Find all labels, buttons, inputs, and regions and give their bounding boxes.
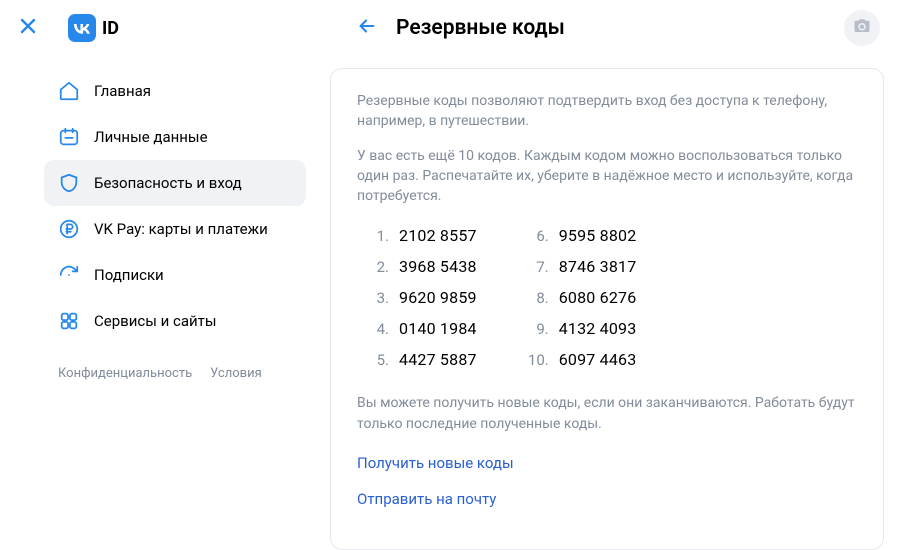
page-title: Резервные коды — [396, 16, 565, 40]
code-value: 8746 3817 — [559, 257, 637, 276]
sidebar-item-subscriptions[interactable]: Подписки — [44, 252, 306, 298]
code-index: 3. — [367, 289, 389, 307]
code-index: 1. — [367, 227, 389, 245]
sidebar: Главная Личные данные Безопасность и вхо… — [16, 68, 306, 550]
terms-link[interactable]: Условия — [210, 366, 262, 381]
refresh-icon — [58, 264, 80, 286]
code-item: 6. 9595 8802 — [527, 226, 637, 245]
send-email-button[interactable]: Отправить на почту — [357, 490, 857, 508]
content-panel: Резервные коды позволяют подтвердить вхо… — [330, 68, 884, 550]
code-index: 8. — [527, 289, 549, 307]
code-value: 4132 4093 — [559, 319, 637, 338]
code-value: 3968 5438 — [399, 257, 477, 276]
code-item: 3. 9620 9859 — [367, 288, 477, 307]
code-item: 4. 0140 1984 — [367, 319, 477, 338]
sidebar-item-label: Главная — [94, 82, 151, 100]
sidebar-item-vkpay[interactable]: VK Pay: карты и платежи — [44, 206, 306, 252]
code-index: 10. — [527, 351, 549, 369]
ruble-icon — [58, 218, 80, 240]
code-value: 6097 4463 — [559, 350, 637, 369]
sidebar-footer: Конфиденциальность Условия — [44, 366, 306, 381]
code-item: 7. 8746 3817 — [527, 257, 637, 276]
arrow-left-icon — [356, 15, 378, 41]
code-item: 8. 6080 6276 — [527, 288, 637, 307]
code-index: 4. — [367, 320, 389, 338]
back-button[interactable] — [356, 15, 378, 41]
code-index: 2. — [367, 258, 389, 276]
logo-text: ID — [102, 18, 119, 39]
shield-icon — [58, 172, 80, 194]
sidebar-item-label: Личные данные — [94, 128, 208, 146]
code-item: 2. 3968 5438 — [367, 257, 477, 276]
code-index: 6. — [527, 227, 549, 245]
code-index: 7. — [527, 258, 549, 276]
close-button[interactable] — [16, 16, 40, 40]
get-new-codes-button[interactable]: Получить новые коды — [357, 454, 857, 472]
code-index: 5. — [367, 351, 389, 369]
codes-note: Вы можете получить новые коды, если они … — [357, 393, 857, 434]
code-value: 9595 8802 — [559, 226, 637, 245]
sidebar-item-label: Сервисы и сайты — [94, 312, 217, 330]
sidebar-item-label: Подписки — [94, 266, 164, 284]
code-value: 0140 1984 — [399, 319, 477, 338]
description-2: У вас есть ещё 10 кодов. Каждым кодом мо… — [357, 146, 857, 207]
codes-list: 1. 2102 8557 2. 3968 5438 3. 9620 9859 4. 01… — [367, 226, 857, 369]
sidebar-item-label: Безопасность и вход — [94, 174, 242, 192]
code-item: 1. 2102 8557 — [367, 226, 477, 245]
close-icon — [19, 17, 37, 39]
description-1: Резервные коды позволяют подтвердить вхо… — [357, 91, 857, 132]
avatar-button[interactable] — [844, 10, 880, 46]
home-icon — [58, 80, 80, 102]
sidebar-item-security[interactable]: Безопасность и вход — [44, 160, 306, 206]
code-item: 10. 6097 4463 — [527, 350, 637, 369]
grid-icon — [58, 310, 80, 332]
sidebar-item-services[interactable]: Сервисы и сайты — [44, 298, 306, 344]
code-value: 4427 5887 — [399, 350, 477, 369]
sidebar-item-home[interactable]: Главная — [44, 68, 306, 114]
logo[interactable]: ID — [68, 14, 119, 42]
privacy-link[interactable]: Конфиденциальность — [58, 366, 192, 381]
vk-logo-icon — [68, 14, 96, 42]
sidebar-item-label: VK Pay: карты и платежи — [94, 220, 268, 238]
code-value: 2102 8557 — [399, 226, 477, 245]
code-value: 6080 6276 — [559, 288, 637, 307]
code-value: 9620 9859 — [399, 288, 477, 307]
sidebar-item-personal[interactable]: Личные данные — [44, 114, 306, 160]
code-index: 9. — [527, 320, 549, 338]
code-item: 9. 4132 4093 — [527, 319, 637, 338]
id-card-icon — [58, 126, 80, 148]
header: ID Резервные коды — [0, 0, 900, 56]
camera-icon — [853, 17, 871, 39]
code-item: 5. 4427 5887 — [367, 350, 477, 369]
title-block: Резервные коды — [356, 15, 565, 41]
